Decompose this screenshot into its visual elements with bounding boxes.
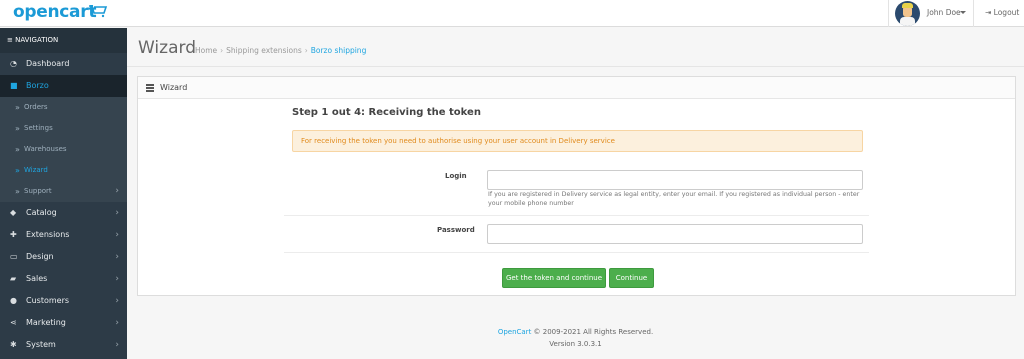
sidebar-item-system[interactable]: ✱ System › — [0, 334, 127, 356]
cart-logo-icon — [89, 5, 108, 18]
double-chevron-icon: » — [15, 124, 20, 133]
login-input[interactable] — [487, 170, 863, 190]
truck-icon: ■ — [10, 81, 18, 90]
sign-out-icon: ⇥ — [985, 8, 994, 17]
dashboard-icon: ◔ — [10, 59, 17, 68]
sidebar-item-customers[interactable]: ● Customers › — [0, 290, 127, 312]
sidebar-subitem-label: Orders — [24, 103, 48, 111]
list-icon — [146, 84, 154, 92]
sidebar-subitem-wizard[interactable]: » Wizard — [0, 160, 127, 181]
sidebar-subitem-warehouses[interactable]: » Warehouses — [0, 139, 127, 160]
sidebar-subitem-label: Warehouses — [24, 145, 67, 153]
navigation-header[interactable]: ≡ NAVIGATION — [0, 28, 127, 53]
logout-link[interactable]: ⇥ Logout — [985, 8, 1019, 17]
sidebar-subitem-support[interactable]: » Support › — [0, 181, 127, 202]
tag-icon: ◆ — [10, 208, 17, 217]
sidebar-item-label: Dashboard — [26, 59, 70, 68]
breadcrumb-home[interactable]: Home — [195, 46, 217, 55]
sidebar: ≡ NAVIGATION ◔ Dashboard ■ Borzo » Order… — [0, 28, 127, 359]
cart-icon: ▰ — [10, 274, 17, 283]
top-header: opencart John Doe ⇥ Logout — [0, 0, 1024, 27]
breadcrumb: Home › Shipping extensions › Borzo shipping — [195, 46, 367, 55]
sidebar-subitem-label: Wizard — [24, 166, 48, 174]
cog-icon: ✱ — [10, 340, 17, 349]
sidebar-item-label: Sales — [26, 274, 48, 283]
navigation-title: NAVIGATION — [15, 36, 59, 44]
double-chevron-icon: » — [15, 166, 20, 175]
sidebar-item-label: System — [26, 340, 56, 349]
sidebar-item-sales[interactable]: ▰ Sales › — [0, 268, 127, 290]
form-divider — [284, 252, 869, 253]
sidebar-item-label: Borzo — [26, 81, 49, 90]
login-help-text: If you are registered in Delivery servic… — [488, 191, 860, 207]
opencart-logo[interactable]: opencart — [13, 2, 96, 22]
sidebar-item-label: Marketing — [26, 318, 66, 327]
puzzle-icon: ✚ — [10, 230, 17, 239]
chevron-right-icon: › — [115, 274, 119, 284]
sidebar-item-label: Design — [26, 252, 54, 261]
opencart-link[interactable]: OpenCart — [498, 328, 532, 336]
password-input[interactable] — [487, 224, 863, 244]
form-divider — [284, 215, 869, 216]
chevron-right-icon: › — [115, 340, 119, 350]
sidebar-subitem-label: Settings — [24, 124, 53, 132]
chevron-down-icon — [960, 11, 966, 14]
wizard-panel: Wizard Step 1 out 4: Receiving the token… — [137, 76, 1016, 296]
sidebar-subitem-orders[interactable]: » Orders — [0, 97, 127, 118]
footer-copyright: OpenCart © 2009-2021 All Rights Reserved… — [127, 328, 1024, 336]
login-label: Login — [445, 172, 467, 180]
footer-version: Version 3.0.3.1 — [549, 340, 602, 348]
user-name: John Doe — [927, 8, 961, 17]
double-chevron-icon: » — [15, 103, 20, 112]
panel-title: Wizard — [160, 83, 188, 92]
step-title: Step 1 out 4: Receiving the token — [292, 107, 481, 118]
page-title: Wizard — [138, 38, 196, 58]
sidebar-item-dashboard[interactable]: ◔ Dashboard — [0, 53, 127, 75]
breadcrumb-borzo-shipping[interactable]: Borzo shipping — [311, 46, 367, 55]
chevron-right-icon: › — [115, 208, 119, 218]
continue-button[interactable]: Continue — [609, 268, 654, 288]
sidebar-item-label: Extensions — [26, 230, 70, 239]
sidebar-item-label: Catalog — [26, 208, 57, 217]
sidebar-item-marketing[interactable]: ⋖ Marketing › — [0, 312, 127, 334]
password-label: Password — [437, 226, 475, 234]
breadcrumb-shipping-extensions[interactable]: Shipping extensions — [226, 46, 302, 55]
panel-heading: Wizard — [138, 77, 1015, 99]
share-icon: ⋖ — [10, 318, 17, 327]
chevron-right-icon: › — [115, 186, 119, 196]
sidebar-item-catalog[interactable]: ◆ Catalog › — [0, 202, 127, 224]
logout-label: Logout — [993, 8, 1020, 17]
sidebar-subitem-settings[interactable]: » Settings — [0, 118, 127, 139]
chevron-right-icon: › — [115, 230, 119, 240]
user-menu[interactable]: John Doe — [888, 0, 974, 27]
sidebar-item-label: Customers — [26, 296, 70, 305]
chevron-right-icon: › — [115, 252, 119, 262]
monitor-icon: ▭ — [10, 252, 18, 261]
get-token-button[interactable]: Get the token and continue — [502, 268, 606, 288]
sidebar-item-extensions[interactable]: ✚ Extensions › — [0, 224, 127, 246]
header-divider — [127, 66, 1024, 67]
chevron-right-icon: › — [115, 296, 119, 306]
chevron-right-icon: › — [115, 318, 119, 328]
sidebar-subitem-label: Support — [24, 187, 52, 195]
user-icon: ● — [10, 296, 17, 305]
menu-icon: ≡ — [7, 36, 16, 44]
sidebar-item-borzo[interactable]: ■ Borzo — [0, 75, 127, 97]
sidebar-item-design[interactable]: ▭ Design › — [0, 246, 127, 268]
info-alert: For receiving the token you need to auth… — [292, 130, 863, 152]
double-chevron-icon: » — [15, 187, 20, 196]
avatar — [895, 1, 920, 26]
copyright-text: © 2009-2021 All Rights Reserved. — [533, 328, 654, 336]
double-chevron-icon: » — [15, 145, 20, 154]
